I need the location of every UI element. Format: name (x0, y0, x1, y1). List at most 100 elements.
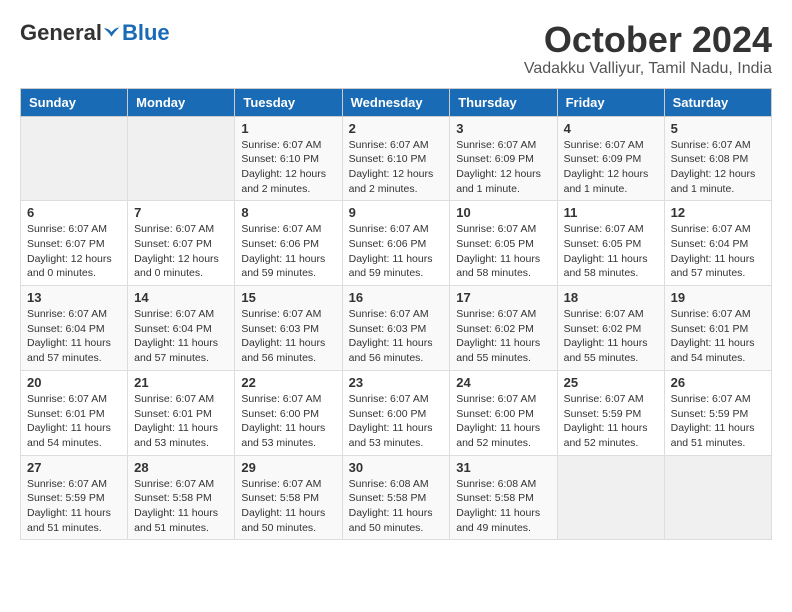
calendar-cell: 18 Sunrise: 6:07 AMSunset: 6:02 PMDayligh… (557, 286, 664, 371)
weekday-header-friday: Friday (557, 88, 664, 116)
page-header: General Blue October 2024 Vadakku Valliy… (20, 20, 772, 78)
day-info: Sunrise: 6:07 AMSunset: 6:00 PMDaylight:… (241, 392, 335, 451)
day-number: 31 (456, 460, 550, 475)
day-number: 29 (241, 460, 335, 475)
calendar-cell: 5 Sunrise: 6:07 AMSunset: 6:08 PMDaylight… (664, 116, 771, 201)
day-info: Sunrise: 6:07 AMSunset: 6:08 PMDaylight:… (671, 138, 765, 197)
day-info: Sunrise: 6:07 AMSunset: 6:01 PMDaylight:… (134, 392, 228, 451)
day-number: 25 (564, 375, 658, 390)
day-info: Sunrise: 6:07 AMSunset: 6:01 PMDaylight:… (27, 392, 121, 451)
day-number: 22 (241, 375, 335, 390)
day-number: 7 (134, 205, 228, 220)
calendar-cell: 17 Sunrise: 6:07 AMSunset: 6:02 PMDayligh… (450, 286, 557, 371)
weekday-header-tuesday: Tuesday (235, 88, 342, 116)
logo-blue-text: Blue (122, 20, 170, 46)
calendar-cell (664, 455, 771, 540)
calendar-cell: 1 Sunrise: 6:07 AMSunset: 6:10 PMDaylight… (235, 116, 342, 201)
day-number: 15 (241, 290, 335, 305)
calendar-week-4: 20Sunrise: 6:07 AMSunset: 6:01 PMDayligh… (21, 370, 772, 455)
day-info: Sunrise: 6:08 AMSunset: 5:58 PMDaylight:… (456, 477, 550, 536)
calendar-cell: 21 Sunrise: 6:07 AMSunset: 6:01 PMDayligh… (128, 370, 235, 455)
calendar-cell: 4 Sunrise: 6:07 AMSunset: 6:09 PMDaylight… (557, 116, 664, 201)
logo-bird-icon (104, 24, 122, 42)
calendar-week-1: 1 Sunrise: 6:07 AMSunset: 6:10 PMDaylight… (21, 116, 772, 201)
day-info: Sunrise: 6:07 AMSunset: 5:58 PMDaylight:… (134, 477, 228, 536)
day-info: Sunrise: 6:07 AMSunset: 6:09 PMDaylight:… (456, 138, 550, 197)
day-number: 11 (564, 205, 658, 220)
calendar-cell: 30 Sunrise: 6:08 AMSunset: 5:58 PMDayligh… (342, 455, 450, 540)
calendar-cell: 31 Sunrise: 6:08 AMSunset: 5:58 PMDayligh… (450, 455, 557, 540)
calendar-table: SundayMondayTuesdayWednesdayThursdayFrid… (20, 88, 772, 541)
calendar-cell: 20Sunrise: 6:07 AMSunset: 6:01 PMDayligh… (21, 370, 128, 455)
day-number: 5 (671, 121, 765, 136)
day-number: 23 (349, 375, 444, 390)
calendar-cell: 12 Sunrise: 6:07 AMSunset: 6:04 PMDayligh… (664, 201, 771, 286)
day-number: 14 (134, 290, 228, 305)
calendar-cell: 10 Sunrise: 6:07 AMSunset: 6:05 PMDayligh… (450, 201, 557, 286)
calendar-cell: 15 Sunrise: 6:07 AMSunset: 6:03 PMDayligh… (235, 286, 342, 371)
day-number: 26 (671, 375, 765, 390)
calendar-cell (128, 116, 235, 201)
day-number: 12 (671, 205, 765, 220)
day-number: 24 (456, 375, 550, 390)
day-info: Sunrise: 6:07 AMSunset: 6:05 PMDaylight:… (456, 222, 550, 281)
day-info: Sunrise: 6:07 AMSunset: 5:58 PMDaylight:… (241, 477, 335, 536)
day-info: Sunrise: 6:07 AMSunset: 6:02 PMDaylight:… (564, 307, 658, 366)
day-number: 1 (241, 121, 335, 136)
day-number: 30 (349, 460, 444, 475)
day-info: Sunrise: 6:07 AMSunset: 6:06 PMDaylight:… (349, 222, 444, 281)
day-info: Sunrise: 6:07 AMSunset: 6:07 PMDaylight:… (27, 222, 121, 281)
calendar-cell (21, 116, 128, 201)
day-info: Sunrise: 6:07 AMSunset: 6:00 PMDaylight:… (456, 392, 550, 451)
logo-general-text: General (20, 20, 102, 46)
weekday-header-saturday: Saturday (664, 88, 771, 116)
day-info: Sunrise: 6:07 AMSunset: 6:10 PMDaylight:… (349, 138, 444, 197)
calendar-cell: 26Sunrise: 6:07 AMSunset: 5:59 PMDayligh… (664, 370, 771, 455)
day-info: Sunrise: 6:07 AMSunset: 6:02 PMDaylight:… (456, 307, 550, 366)
weekday-header-sunday: Sunday (21, 88, 128, 116)
day-number: 16 (349, 290, 444, 305)
calendar-cell: 23 Sunrise: 6:07 AMSunset: 6:00 PMDayligh… (342, 370, 450, 455)
day-info: Sunrise: 6:07 AMSunset: 6:04 PMDaylight:… (134, 307, 228, 366)
day-number: 6 (27, 205, 121, 220)
calendar-cell (557, 455, 664, 540)
calendar-cell: 24 Sunrise: 6:07 AMSunset: 6:00 PMDayligh… (450, 370, 557, 455)
day-info: Sunrise: 6:07 AMSunset: 6:04 PMDaylight:… (671, 222, 765, 281)
calendar-week-3: 13Sunrise: 6:07 AMSunset: 6:04 PMDayligh… (21, 286, 772, 371)
day-number: 9 (349, 205, 444, 220)
day-number: 19 (671, 290, 765, 305)
day-number: 18 (564, 290, 658, 305)
day-info: Sunrise: 6:07 AMSunset: 6:03 PMDaylight:… (241, 307, 335, 366)
day-number: 28 (134, 460, 228, 475)
calendar-cell: 6 Sunrise: 6:07 AMSunset: 6:07 PMDaylight… (21, 201, 128, 286)
day-info: Sunrise: 6:07 AMSunset: 6:06 PMDaylight:… (241, 222, 335, 281)
day-info: Sunrise: 6:08 AMSunset: 5:58 PMDaylight:… (349, 477, 444, 536)
day-info: Sunrise: 6:07 AMSunset: 6:00 PMDaylight:… (349, 392, 444, 451)
calendar-cell: 29 Sunrise: 6:07 AMSunset: 5:58 PMDayligh… (235, 455, 342, 540)
weekday-header-monday: Monday (128, 88, 235, 116)
day-number: 21 (134, 375, 228, 390)
calendar-cell: 3Sunrise: 6:07 AMSunset: 6:09 PMDaylight… (450, 116, 557, 201)
day-info: Sunrise: 6:07 AMSunset: 5:59 PMDaylight:… (27, 477, 121, 536)
calendar-cell: 27 Sunrise: 6:07 AMSunset: 5:59 PMDayligh… (21, 455, 128, 540)
logo: General Blue (20, 20, 170, 46)
calendar-cell: 7Sunrise: 6:07 AMSunset: 6:07 PMDaylight… (128, 201, 235, 286)
calendar-cell: 22 Sunrise: 6:07 AMSunset: 6:00 PMDayligh… (235, 370, 342, 455)
calendar-cell: 19Sunrise: 6:07 AMSunset: 6:01 PMDayligh… (664, 286, 771, 371)
title-section: October 2024 Vadakku Valliyur, Tamil Nad… (524, 20, 772, 78)
day-info: Sunrise: 6:07 AMSunset: 6:04 PMDaylight:… (27, 307, 121, 366)
day-info: Sunrise: 6:07 AMSunset: 6:03 PMDaylight:… (349, 307, 444, 366)
calendar-cell: 16 Sunrise: 6:07 AMSunset: 6:03 PMDayligh… (342, 286, 450, 371)
calendar-cell: 25 Sunrise: 6:07 AMSunset: 5:59 PMDayligh… (557, 370, 664, 455)
day-info: Sunrise: 6:07 AMSunset: 5:59 PMDaylight:… (564, 392, 658, 451)
day-number: 17 (456, 290, 550, 305)
day-info: Sunrise: 6:07 AMSunset: 6:09 PMDaylight:… (564, 138, 658, 197)
calendar-cell: 8Sunrise: 6:07 AMSunset: 6:06 PMDaylight… (235, 201, 342, 286)
calendar-cell: 2Sunrise: 6:07 AMSunset: 6:10 PMDaylight… (342, 116, 450, 201)
day-info: Sunrise: 6:07 AMSunset: 6:05 PMDaylight:… (564, 222, 658, 281)
day-number: 27 (27, 460, 121, 475)
day-info: Sunrise: 6:07 AMSunset: 6:10 PMDaylight:… (241, 138, 335, 197)
day-number: 4 (564, 121, 658, 136)
weekday-header-wednesday: Wednesday (342, 88, 450, 116)
day-number: 10 (456, 205, 550, 220)
